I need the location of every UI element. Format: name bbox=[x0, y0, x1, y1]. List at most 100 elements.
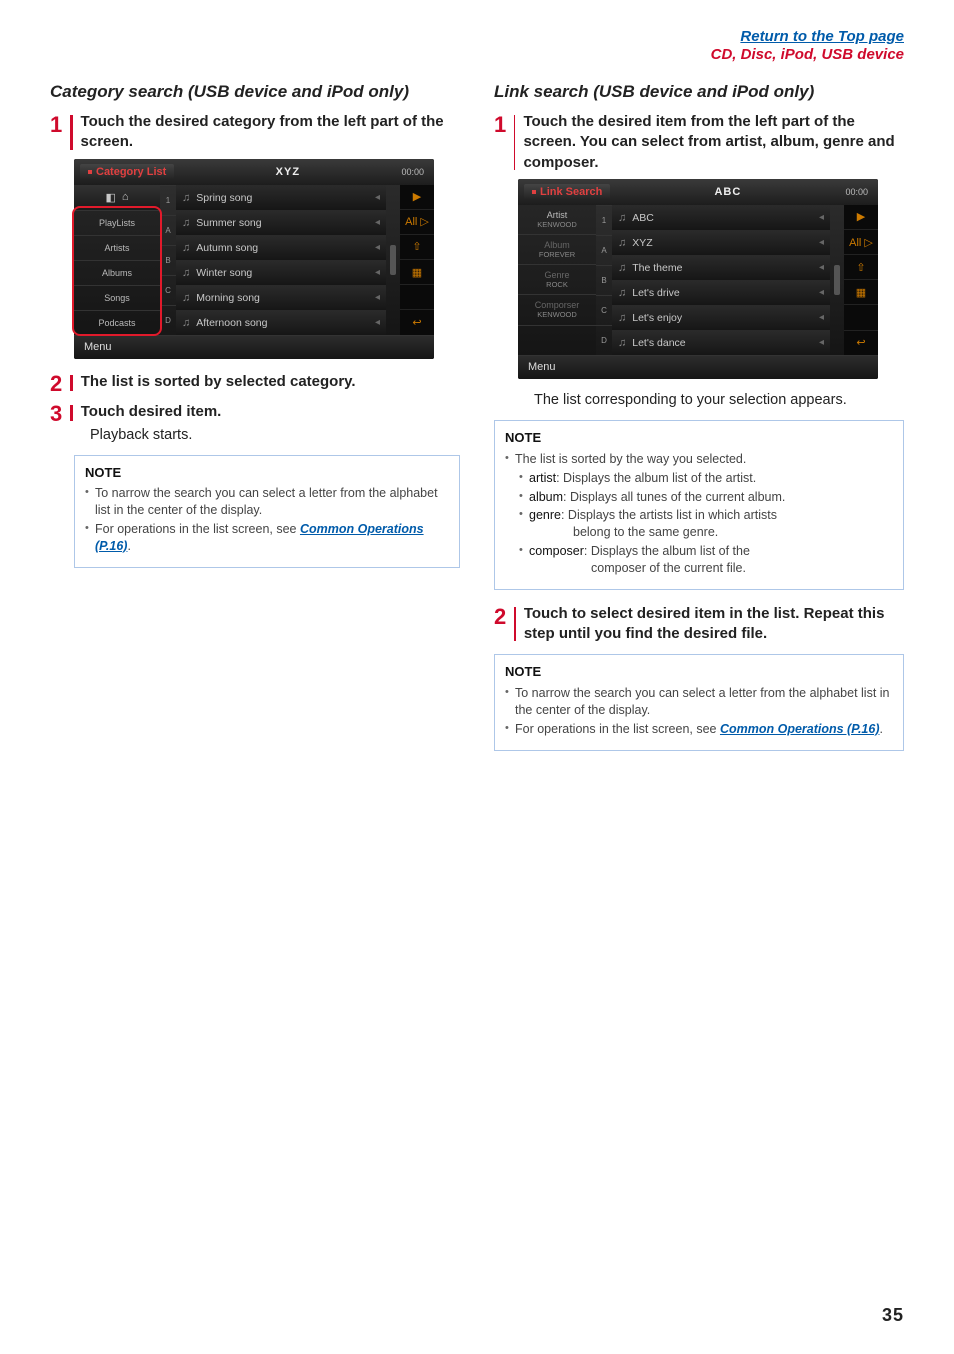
side-grid-icon[interactable]: ▦ bbox=[844, 279, 878, 304]
step-bar bbox=[514, 115, 515, 170]
note-bullet: To narrow the search you can select a le… bbox=[505, 685, 893, 719]
list-item[interactable]: ♫Let's dance◂ bbox=[612, 330, 830, 355]
song-list: ♫ABC◂ ♫XYZ◂ ♫The theme◂ ♫Let's drive◂ ♫L… bbox=[612, 205, 830, 355]
sidebar-item-playlists[interactable]: PlayLists bbox=[74, 210, 160, 235]
music-note-icon: ♫ bbox=[618, 337, 626, 349]
screenshot-link-wrap: Link Search ABC 00:00 ArtistKENWOOD Albu… bbox=[494, 179, 904, 379]
step-text: The list is sorted by selected category. bbox=[81, 372, 356, 392]
list-item[interactable]: ♫Let's drive◂ bbox=[612, 280, 830, 305]
heading-link-search: Link search (USB device and iPod only) bbox=[494, 82, 904, 102]
step-1-right: 1 Touch the desired item from the left p… bbox=[494, 112, 904, 173]
breadcrumb: CD, Disc, iPod, USB device bbox=[711, 46, 904, 63]
side-grid-icon[interactable]: ▦ bbox=[400, 259, 434, 284]
list-item[interactable]: ♫Let's enjoy◂ bbox=[612, 305, 830, 330]
side-buttons: ▶ All ▷ ⇧ ▦ ↩ bbox=[400, 185, 434, 335]
menu-button[interactable]: Menu bbox=[518, 355, 878, 379]
list-item[interactable]: ♫Afternoon song◂ bbox=[176, 310, 386, 335]
sidebar-item-podcasts[interactable]: Podcasts bbox=[74, 310, 160, 335]
list-item[interactable]: ♫Winter song◂ bbox=[176, 260, 386, 285]
side-all-button[interactable]: All ▷ bbox=[400, 209, 434, 234]
music-note-icon: ♫ bbox=[182, 217, 190, 229]
clock: 00:00 bbox=[401, 167, 428, 177]
scrollbar[interactable] bbox=[830, 205, 844, 355]
song-list: ♫Spring song◂ ♫Summer song◂ ♫Autumn song… bbox=[176, 185, 386, 335]
list-item[interactable]: ♫Morning song◂ bbox=[176, 285, 386, 310]
up-icon: ◧ bbox=[105, 191, 115, 204]
sidebar-item-composer[interactable]: ComporserKENWOOD bbox=[518, 294, 596, 324]
screenshot-category-list: Category List XYZ 00:00 ◧⌂ PlayLists Art… bbox=[74, 159, 434, 359]
side-play-icon[interactable]: ▶ bbox=[400, 185, 434, 209]
music-note-icon: ♫ bbox=[618, 212, 626, 224]
step-1-left: 1 Touch the desired category from the le… bbox=[50, 112, 460, 153]
step-text: Touch desired item. bbox=[81, 402, 222, 422]
step-number: 2 bbox=[494, 604, 506, 628]
note-sub-bullet: artist: Displays the album list of the a… bbox=[519, 470, 893, 487]
sidebar-item-artist[interactable]: ArtistKENWOOD bbox=[518, 205, 596, 234]
clock: 00:00 bbox=[845, 187, 872, 197]
note-box-right-1: NOTE The list is sorted by the way you s… bbox=[494, 420, 904, 590]
side-play-icon[interactable]: ▶ bbox=[844, 205, 878, 229]
col-right: Link search (USB device and iPod only) 1… bbox=[494, 82, 904, 765]
sidebar-spacer bbox=[518, 325, 596, 355]
list-item[interactable]: ♫Spring song◂ bbox=[176, 185, 386, 210]
list-item[interactable]: ♫The theme◂ bbox=[612, 255, 830, 280]
music-note-icon: ♫ bbox=[618, 237, 626, 249]
alpha-list[interactable]: 1 A B C D bbox=[160, 185, 176, 335]
step-text: Touch to select desired item in the list… bbox=[524, 604, 904, 645]
note-bullet: The list is sorted by the way you select… bbox=[505, 451, 893, 577]
list-item[interactable]: ♫ABC◂ bbox=[612, 205, 830, 230]
note-bullet: For operations in the list screen, see C… bbox=[505, 721, 893, 738]
return-top-link[interactable]: Return to the Top page bbox=[740, 28, 904, 45]
music-note-icon: ♫ bbox=[182, 192, 190, 204]
sidebar-item-artists[interactable]: Artists bbox=[74, 235, 160, 260]
step-2-right: 2 Touch to select desired item in the li… bbox=[494, 604, 904, 645]
alpha-list[interactable]: 1 A B C D bbox=[596, 205, 612, 355]
side-up-icon[interactable]: ⇧ bbox=[400, 234, 434, 259]
handle-icon: ◂ bbox=[375, 217, 380, 228]
note-bullet: To narrow the search you can select a le… bbox=[85, 485, 449, 519]
note-box-right-2: NOTE To narrow the search you can select… bbox=[494, 654, 904, 750]
list-item[interactable]: ♫Summer song◂ bbox=[176, 210, 386, 235]
sidebar-item-albums[interactable]: Albums bbox=[74, 260, 160, 285]
music-note-icon: ♫ bbox=[182, 267, 190, 279]
header-links: Return to the Top page CD, Disc, iPod, U… bbox=[50, 28, 904, 64]
music-note-icon: ♫ bbox=[182, 317, 190, 329]
handle-icon: ◂ bbox=[375, 317, 380, 328]
step1-body: The list corresponding to your selection… bbox=[534, 391, 904, 411]
handle-icon: ◂ bbox=[375, 292, 380, 303]
step-bar bbox=[514, 607, 516, 642]
screenshot-category-wrap: Category List XYZ 00:00 ◧⌂ PlayLists Art… bbox=[50, 159, 460, 359]
note-heading: NOTE bbox=[85, 464, 449, 482]
menu-button[interactable]: Menu bbox=[74, 335, 434, 359]
col-left: Category search (USB device and iPod onl… bbox=[50, 82, 460, 765]
handle-icon: ◂ bbox=[819, 212, 824, 223]
side-all-button[interactable]: All ▷ bbox=[844, 229, 878, 254]
sidebar-item-genre[interactable]: GenreROCK bbox=[518, 264, 596, 294]
page-number: 35 bbox=[882, 1305, 904, 1326]
side-return-icon[interactable]: ↩ bbox=[844, 330, 878, 355]
sidebar-item-album[interactable]: AlbumFOREVER bbox=[518, 234, 596, 264]
list-item[interactable]: ♫Autumn song◂ bbox=[176, 235, 386, 260]
screenshot-tab: Category List bbox=[80, 164, 174, 180]
note-heading: NOTE bbox=[505, 429, 893, 447]
handle-icon: ◂ bbox=[819, 262, 824, 273]
step-number: 2 bbox=[50, 371, 62, 395]
dot-icon bbox=[532, 190, 536, 194]
step-3-left: 3 Touch desired item. bbox=[50, 401, 460, 425]
list-item[interactable]: ♫XYZ◂ bbox=[612, 230, 830, 255]
handle-icon: ◂ bbox=[819, 287, 824, 298]
screenshot-title: ABC bbox=[610, 186, 845, 198]
sidebar-item-songs[interactable]: Songs bbox=[74, 285, 160, 310]
note-heading: NOTE bbox=[505, 663, 893, 681]
screenshot-link-search: Link Search ABC 00:00 ArtistKENWOOD Albu… bbox=[518, 179, 878, 379]
note-sub-bullet: genre: Displays the artists list in whic… bbox=[519, 507, 893, 541]
step-number: 1 bbox=[50, 112, 62, 136]
side-return-icon[interactable]: ↩ bbox=[400, 309, 434, 334]
note-box-left: NOTE To narrow the search you can select… bbox=[74, 455, 460, 568]
dot-icon bbox=[88, 170, 92, 174]
note-sub-bullet: composer: Displays the album list of the… bbox=[519, 543, 893, 577]
common-operations-link[interactable]: Common Operations (P.16) bbox=[720, 722, 880, 736]
scrollbar[interactable] bbox=[386, 185, 400, 335]
category-sidebar: ◧⌂ PlayLists Artists Albums Songs Podcas… bbox=[74, 185, 160, 335]
side-up-icon[interactable]: ⇧ bbox=[844, 254, 878, 279]
